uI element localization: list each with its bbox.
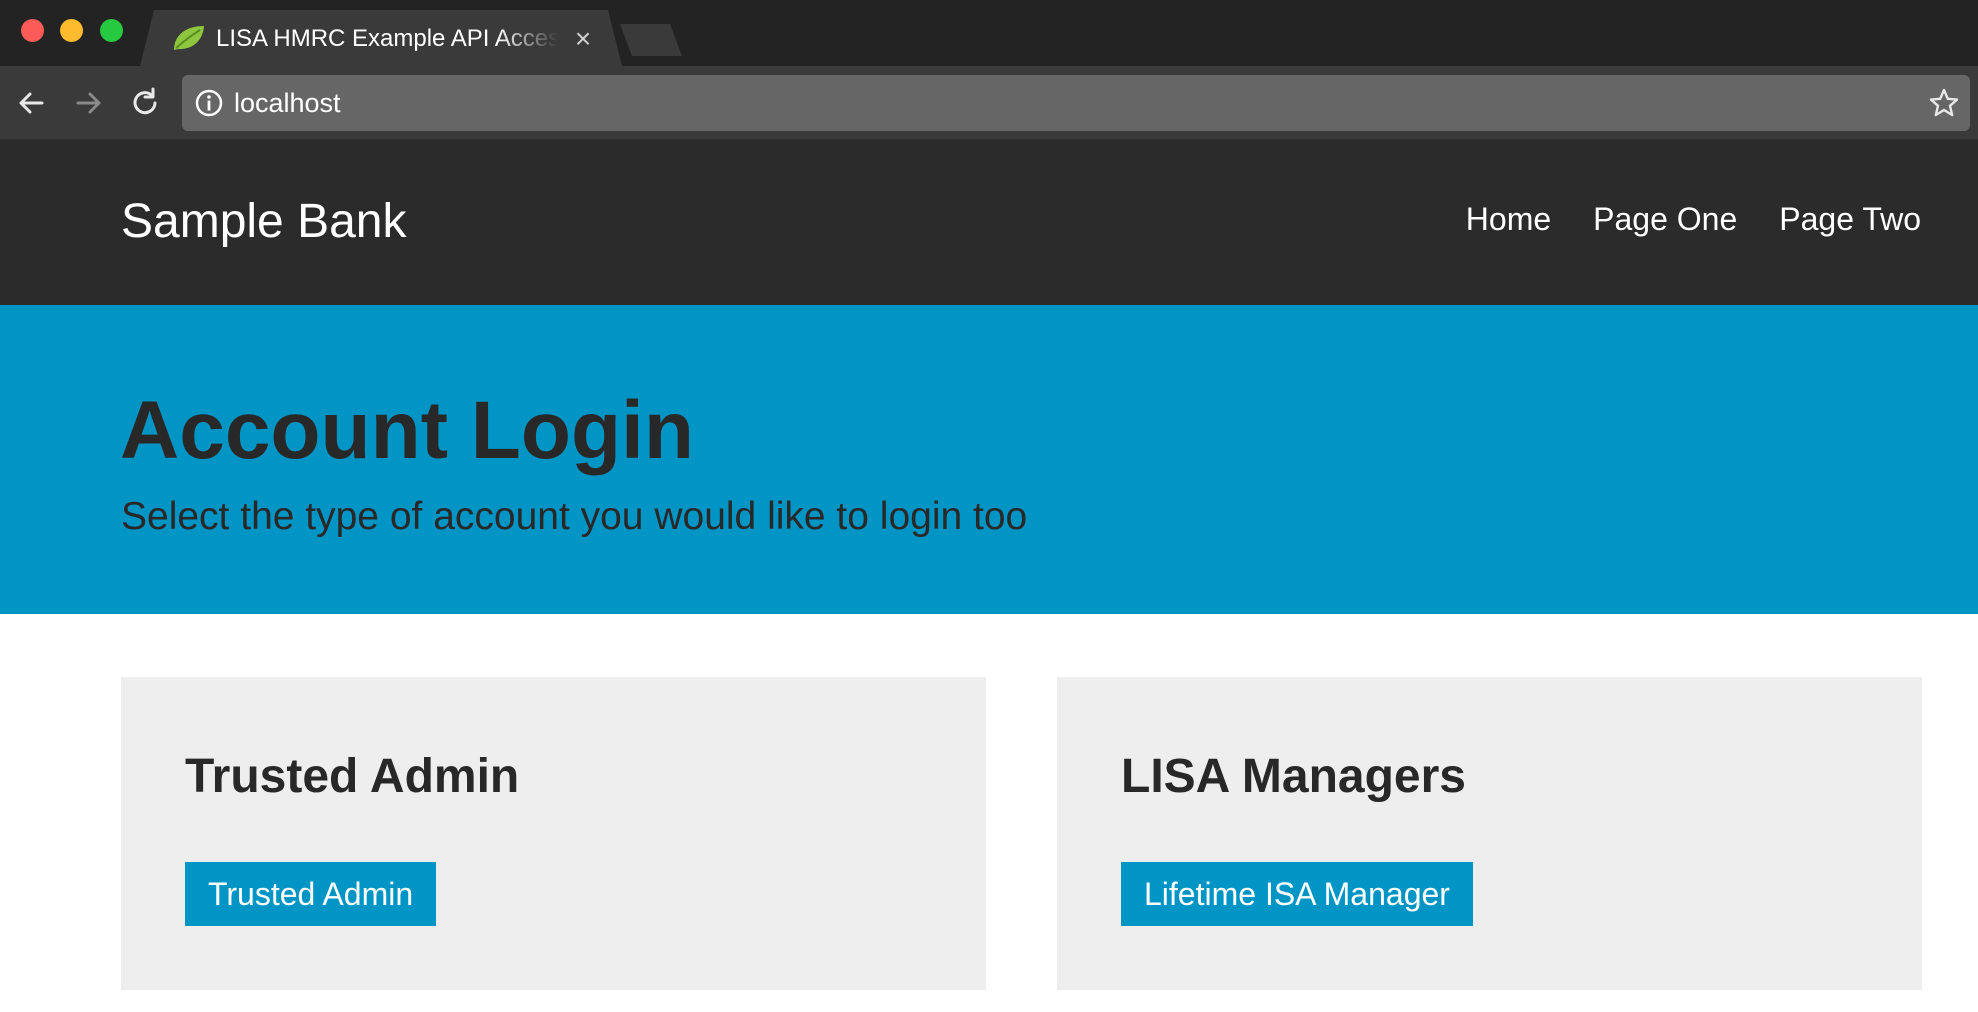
- star-icon[interactable]: [1928, 87, 1960, 119]
- trusted-admin-card: Trusted Admin Trusted Admin: [121, 677, 986, 990]
- lifetime-isa-manager-button[interactable]: Lifetime ISA Manager: [1121, 862, 1473, 926]
- hero-banner: Account Login Select the type of account…: [0, 305, 1978, 614]
- lisa-managers-card: LISA Managers Lifetime ISA Manager: [1057, 677, 1922, 990]
- browser-toolbar: localhost: [0, 66, 1978, 140]
- browser-titlebar: LISA HMRC Example API Access ×: [0, 0, 1978, 66]
- nav-link-page-two[interactable]: Page Two: [1779, 197, 1921, 241]
- window-close-button[interactable]: [21, 19, 44, 42]
- page-subtitle: Select the type of account you would lik…: [121, 495, 1028, 538]
- trusted-admin-button[interactable]: Trusted Admin: [185, 862, 437, 926]
- nav-link-page-one[interactable]: Page One: [1593, 197, 1737, 241]
- new-tab-button[interactable]: [620, 24, 682, 56]
- window-maximize-button[interactable]: [100, 19, 123, 42]
- url-text[interactable]: localhost: [234, 87, 341, 119]
- arrow-left-icon[interactable]: [12, 84, 50, 122]
- card-heading: Trusted Admin: [185, 750, 520, 803]
- tab-close-icon[interactable]: ×: [568, 24, 598, 54]
- browser-tab-active[interactable]: LISA HMRC Example API Access ×: [140, 10, 622, 66]
- site-brand[interactable]: Sample Bank: [121, 192, 407, 252]
- arrow-right-icon[interactable]: [70, 84, 108, 122]
- window-minimize-button[interactable]: [60, 19, 83, 42]
- info-icon[interactable]: [194, 88, 224, 118]
- tab-title: LISA HMRC Example API Access: [216, 25, 558, 52]
- spring-leaf-icon: [174, 26, 204, 50]
- reload-icon[interactable]: [126, 84, 164, 122]
- site-header: Sample Bank Home Page One Page Two: [0, 140, 1978, 305]
- page-title: Account Login: [120, 385, 694, 476]
- address-bar[interactable]: localhost: [182, 75, 1970, 131]
- main-nav: Home Page One Page Two: [1466, 197, 1921, 241]
- card-heading: LISA Managers: [1121, 750, 1466, 803]
- nav-link-home[interactable]: Home: [1466, 197, 1551, 241]
